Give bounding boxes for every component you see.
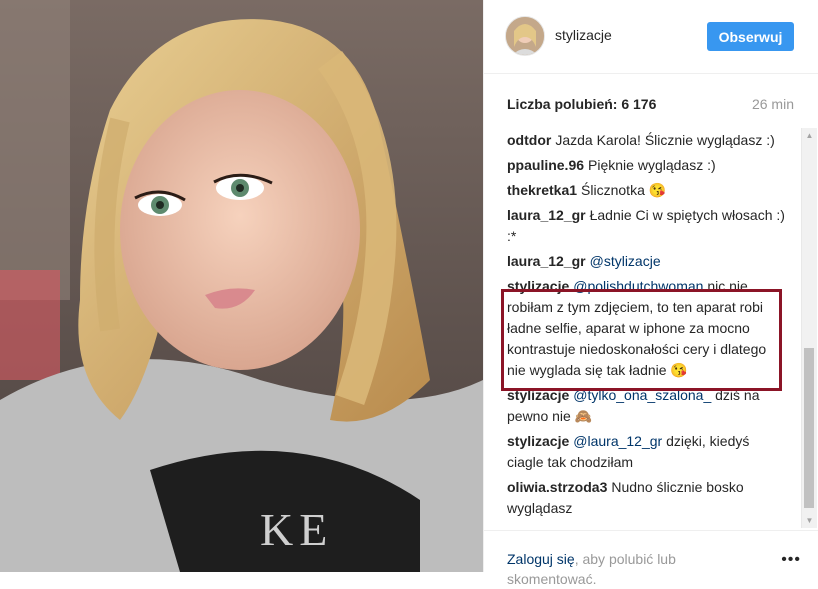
avatar-image — [506, 17, 544, 55]
selfie-image: KE — [0, 0, 483, 572]
comment-author[interactable]: laura_12_gr — [507, 207, 586, 223]
comment-author[interactable]: thekretka1 — [507, 182, 577, 198]
scrollbar-thumb[interactable] — [804, 348, 814, 508]
likes-row: Liczba polubień: 6 176 26 min — [507, 96, 794, 116]
post-header: stylizacje Obserwuj — [484, 0, 818, 74]
comment-item: stylizacje @tylko_ona_szalona_ dziś na pe… — [507, 385, 787, 427]
comment-item: oliwia.strzoda3 Nudno ślicznie bosko wygl… — [507, 477, 787, 519]
comment-item-highlighted: stylizacje @polishdutchwoman nic nie robi… — [507, 276, 787, 381]
avatar[interactable] — [505, 16, 545, 56]
username[interactable]: stylizacje — [555, 27, 612, 43]
comment-author[interactable]: odtdor — [507, 132, 551, 148]
comment-item: ppauline.96 Pięknie wyglądasz :) — [507, 155, 787, 176]
follow-button[interactable]: Obserwuj — [707, 22, 794, 51]
comment-text: Ślicznotka 😘 — [581, 182, 667, 198]
comment-author[interactable]: stylizacje — [507, 278, 569, 294]
post-footer: Zaloguj się, aby polubić lub skomentować… — [484, 530, 818, 587]
comment-mention[interactable]: @tylko_ona_szalona_ — [573, 387, 711, 403]
comment-text: Pięknie wyglądasz :) — [588, 157, 716, 173]
comment-text: Jazda Karola! Ślicznie wyglądasz :) — [555, 132, 775, 148]
comment-author[interactable]: stylizacje — [507, 433, 569, 449]
comments-list: odtdor Jazda Karola! Ślicznie wyglądasz :… — [507, 130, 787, 522]
comment-item: stylizacje @laura_12_gr dzięki, kiedyś ci… — [507, 431, 787, 473]
scroll-up-icon[interactable]: ▲ — [802, 128, 817, 143]
comment-mention[interactable]: @polishdutchwoman — [573, 278, 703, 294]
comment-author[interactable]: stylizacje — [507, 387, 569, 403]
comment-item: laura_12_gr @stylizacje — [507, 251, 787, 272]
comment-mention[interactable]: @laura_12_gr — [573, 433, 662, 449]
likes-count[interactable]: Liczba polubień: 6 176 — [507, 96, 656, 112]
comment-author[interactable]: laura_12_gr — [507, 253, 586, 269]
comment-mention[interactable]: @stylizacje — [590, 253, 661, 269]
post-photo: KE — [0, 0, 483, 572]
comment-item: odtdor Jazda Karola! Ślicznie wyglądasz :… — [507, 130, 787, 151]
comments-scrollbar[interactable]: ▲ ▼ — [801, 128, 817, 528]
comment-item: thekretka1 Ślicznotka 😘 — [507, 180, 787, 201]
comment-author[interactable]: ppauline.96 — [507, 157, 584, 173]
svg-text:KE: KE — [260, 504, 333, 555]
login-prompt: Zaloguj się, aby polubić lub skomentować… — [507, 549, 707, 589]
post-time[interactable]: 26 min — [752, 96, 794, 112]
comment-author[interactable]: oliwia.strzoda3 — [507, 479, 607, 495]
login-link[interactable]: Zaloguj się — [507, 551, 575, 567]
comment-item: laura_12_gr Ładnie Ci w spiętych włosach … — [507, 205, 787, 247]
scroll-down-icon[interactable]: ▼ — [802, 513, 817, 528]
post-panel: stylizacje Obserwuj Liczba polubień: 6 1… — [483, 0, 818, 587]
more-options-icon[interactable]: ••• — [781, 551, 801, 569]
